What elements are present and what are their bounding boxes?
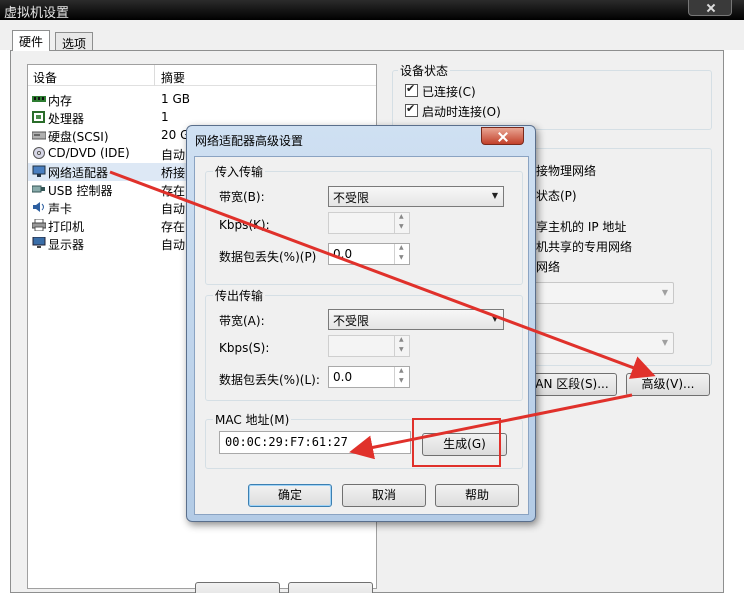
annotation-arrows [109, 170, 656, 460]
tab-hardware[interactable]: 硬件 [12, 30, 51, 51]
arrow-to-advanced-icon [109, 170, 656, 379]
arrow-to-mac-icon [349, 393, 633, 460]
